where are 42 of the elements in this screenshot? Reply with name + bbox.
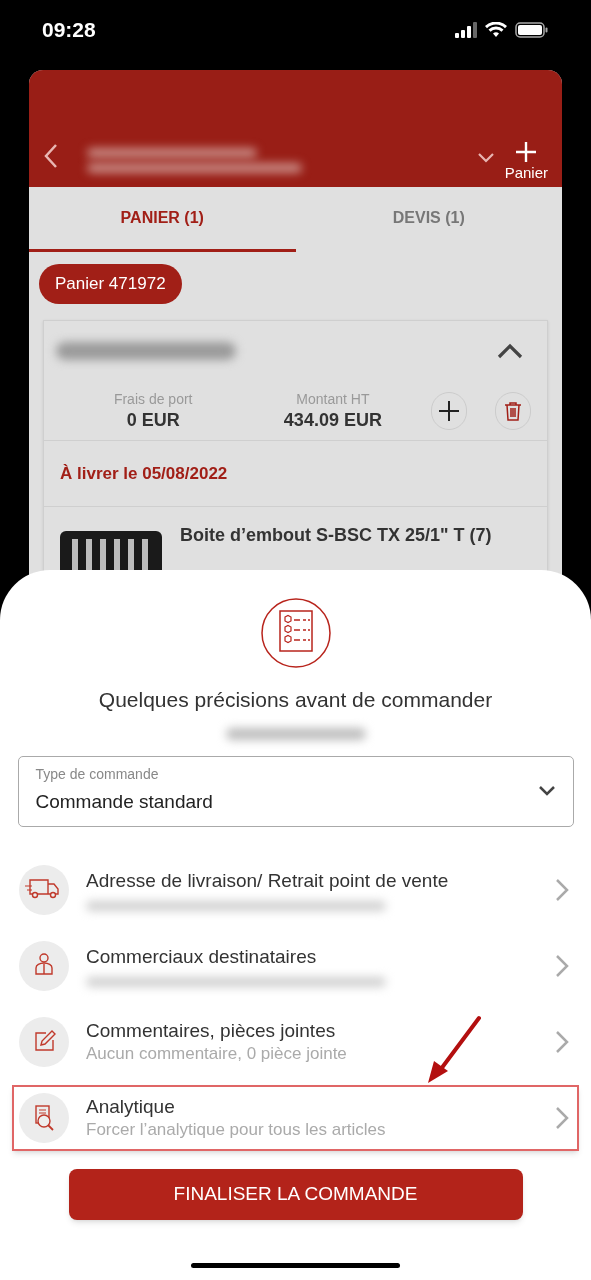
row-title: Commentaires, pièces jointes (86, 1018, 337, 1043)
plus-icon (515, 141, 538, 163)
total-value: 434.09 EUR (283, 408, 382, 432)
chevron-right-icon (555, 1029, 569, 1054)
add-cart-button[interactable]: Panier (504, 141, 548, 183)
trash-icon (504, 400, 523, 421)
row-title: Analytique (86, 1094, 176, 1119)
chevron-down-icon[interactable] (476, 152, 495, 163)
settings-row[interactable]: Commentaires, pièces jointes Aucun commentaire, 0 pièce jointe (12, 1008, 579, 1075)
signal-icon (455, 22, 477, 38)
row-subtitle: Forcer l’analytique pour tous les articles (86, 1118, 387, 1141)
row-title: Adresse de livraison/ Retrait point de vente (86, 868, 450, 893)
chevron-right-icon (555, 877, 569, 902)
sheet-title: Quelques précisions avant de commander (98, 687, 493, 713)
chevron-right-icon (555, 1105, 569, 1130)
settings-row[interactable]: Commerciaux destinataires (12, 932, 579, 999)
settings-row[interactable]: Adresse de livraison/ Retrait point de vente (12, 856, 579, 923)
row-subtitle: Aucun commentaire, 0 pièce jointe (86, 1042, 348, 1065)
plus-icon (438, 399, 461, 422)
battery-icon (515, 22, 549, 38)
wifi-icon (485, 22, 507, 38)
truck-icon (19, 864, 69, 915)
checklist-icon (260, 598, 331, 668)
person-icon (19, 940, 69, 991)
row-title: Commerciaux destinataires (86, 944, 318, 969)
tab[interactable]: PANIER (1) (29, 187, 296, 252)
delivery-date: À livrer le 05/08/2022 (60, 463, 228, 485)
settings-row[interactable]: Analytique Forcer l’analytique pour tous les articles (12, 1084, 579, 1151)
total-label: Montant HT (296, 389, 370, 408)
pencil-icon (19, 1016, 69, 1067)
order-type-select[interactable]: Type de commande Commande standard (17, 755, 574, 827)
finalize-order-button[interactable]: FINALISER LA COMMANDE (68, 1168, 523, 1220)
total-label: Frais de port (113, 389, 193, 408)
chevron-down-icon (537, 785, 556, 797)
clock-time: 09:28 (42, 17, 96, 44)
product-name: Boite d’embout S-BSC TX 25/1" T (7) (180, 524, 492, 547)
magnifier-document-icon (19, 1092, 69, 1143)
chevron-up-icon[interactable] (497, 343, 523, 359)
total-value: 0 EUR (126, 408, 180, 432)
back-icon[interactable] (43, 143, 59, 169)
chevron-right-icon (555, 953, 569, 978)
cart-chip[interactable]: Panier 471972 (39, 264, 182, 304)
